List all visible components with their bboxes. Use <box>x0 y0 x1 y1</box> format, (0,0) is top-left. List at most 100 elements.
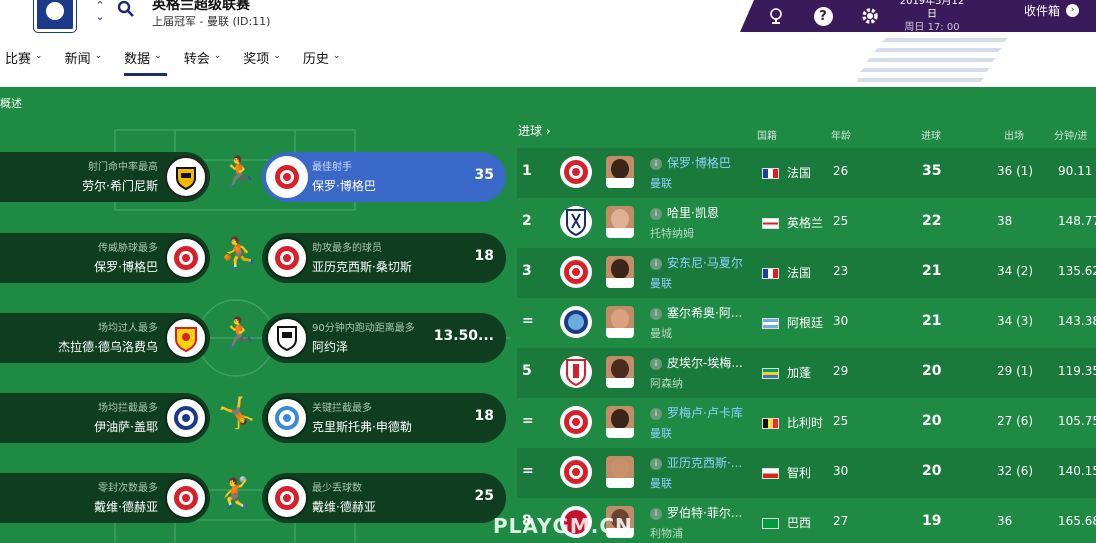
info-icon[interactable]: i <box>650 358 662 370</box>
age: 27 <box>833 514 849 528</box>
club-name[interactable]: 曼联 <box>650 425 672 441</box>
player-name[interactable]: 罗梅卢·卢卡库 <box>667 404 743 421</box>
player-photo <box>606 456 634 488</box>
club-crest[interactable] <box>560 306 592 338</box>
table-row[interactable]: 1 i 保罗·博格巴 曼联 法国 26 35 36 (1) 90.11 <box>517 148 1096 198</box>
player-photo <box>606 256 634 288</box>
stat-tile-right[interactable]: 90分钟内跑动距离最多 阿约泽 13.50... <box>262 313 506 363</box>
club-crest <box>266 317 308 359</box>
goals: 20 <box>922 363 942 379</box>
player-name[interactable]: 亚历克西斯·... <box>667 454 742 471</box>
player-photo <box>606 156 634 188</box>
table-row[interactable]: = i 罗梅卢·卢卡库 曼联 比利时 25 20 27 (6) 105.75 <box>517 398 1096 448</box>
stat-tile-right[interactable]: 最少丢球数 戴维·德赫亚 25 <box>262 473 506 523</box>
info-icon[interactable]: i <box>650 508 662 520</box>
club-crest <box>165 317 207 359</box>
club-crest[interactable] <box>560 206 592 238</box>
player-photo <box>606 206 634 238</box>
info-icon[interactable]: i <box>650 308 662 320</box>
chevron-down-icon: ⌄ <box>213 51 222 61</box>
age: 26 <box>833 164 849 178</box>
goals: 22 <box>922 213 942 229</box>
menu-news[interactable]: 新闻 ⌄ <box>60 48 108 76</box>
age: 25 <box>833 214 849 228</box>
stat-tile-right[interactable]: 关键拦截最多 克里斯托弗·申德勒 18 <box>262 393 506 443</box>
col-nationality[interactable]: 国籍 <box>757 127 777 142</box>
table-row[interactable]: 3 i 安东尼·马夏尔 曼联 法国 23 21 34 (2) 135.62 <box>517 248 1096 298</box>
club-crest[interactable] <box>560 156 592 188</box>
gear-icon[interactable] <box>858 0 882 32</box>
appearances: 29 (1) <box>997 364 1034 378</box>
club-name[interactable]: 曼城 <box>650 325 672 341</box>
player-name[interactable]: 保罗·博格巴 <box>667 154 731 171</box>
club-name[interactable]: 托特纳姆 <box>650 225 694 241</box>
competition-logo[interactable] <box>34 0 76 32</box>
info-icon[interactable]: i <box>650 208 662 220</box>
player-name[interactable]: 哈里·凯恩 <box>667 204 719 221</box>
col-apps[interactable]: 出场 <box>1004 127 1024 142</box>
age: 29 <box>833 364 849 378</box>
page-subtitle: 上届冠军 - 曼联 (ID:11) <box>152 15 271 28</box>
player-name[interactable]: 安东尼·马夏尔 <box>667 254 743 271</box>
stat-tile-right[interactable]: 助攻最多的球员 亚历克西斯·桑切斯 18 <box>262 233 506 283</box>
flag-chile-icon <box>762 468 779 479</box>
club-crest <box>165 156 207 198</box>
col-age[interactable]: 年龄 <box>831 127 851 142</box>
info-icon[interactable]: i <box>650 158 662 170</box>
club-name[interactable]: 利物浦 <box>650 525 683 541</box>
col-mins-per-goal[interactable]: 分钟/进 <box>1054 127 1087 142</box>
club-crest <box>266 156 308 198</box>
nationality: 法国 <box>787 166 812 180</box>
goalkeeper-diving-icon: 🤾 <box>216 476 254 511</box>
stat-tile-right-highlight[interactable]: 最佳射手 保罗·博格巴 35 <box>262 152 506 202</box>
menu-transfers[interactable]: 转会 ⌄ <box>179 48 227 76</box>
menu-history[interactable]: 历史 ⌄ <box>298 48 346 76</box>
minutes-per-goal: 119.35 <box>1058 364 1096 378</box>
flag-gabon-icon <box>762 368 779 379</box>
chevron-up-down-icon[interactable]: ⌃ ⌄ <box>93 0 107 22</box>
appearances: 34 (3) <box>997 314 1034 328</box>
player-name[interactable]: 罗伯特·菲尔... <box>667 504 742 521</box>
chevron-down-icon: ⌄ <box>35 51 43 61</box>
trophy-icon[interactable] <box>764 0 788 32</box>
minutes-per-goal: 143.38 <box>1058 314 1096 328</box>
club-crest <box>165 397 207 439</box>
scorers-title-link[interactable]: 进球 › <box>518 122 551 139</box>
chevron-down-icon: ⌄ <box>332 51 341 61</box>
club-crest[interactable] <box>560 406 592 438</box>
club-crest[interactable] <box>560 456 592 488</box>
menu-awards[interactable]: 奖项 ⌄ <box>238 48 286 76</box>
help-icon[interactable]: ? <box>812 0 834 32</box>
info-icon[interactable]: i <box>650 458 662 470</box>
chevron-down-icon: ⌄ <box>94 51 103 61</box>
club-name[interactable]: 曼联 <box>650 175 672 191</box>
menu-matches[interactable]: 比赛 ⌄ <box>0 48 48 76</box>
info-icon[interactable]: i <box>650 408 662 420</box>
rank: 5 <box>522 363 532 379</box>
player-photo <box>606 356 634 388</box>
rank: 2 <box>522 213 532 229</box>
goals: 21 <box>922 313 942 329</box>
col-goals[interactable]: 进球 <box>921 127 941 142</box>
club-crest[interactable] <box>560 356 592 388</box>
player-name[interactable]: 皮埃尔-埃梅... <box>667 354 743 371</box>
inbox-button[interactable]: 收件箱 › <box>1024 2 1080 19</box>
club-crest <box>266 477 308 519</box>
decorative-stripes <box>858 38 1008 82</box>
club-crest[interactable] <box>560 256 592 288</box>
menu-stats[interactable]: 数据 ⌄ <box>119 48 167 76</box>
info-icon[interactable]: i <box>650 258 662 270</box>
page-title: 英格兰超级联赛 <box>152 0 250 13</box>
club-name[interactable]: 阿森纳 <box>650 375 683 391</box>
table-row[interactable]: 2 i 哈里·凯恩 托特纳姆 英格兰 25 22 38 148.77 <box>517 198 1096 248</box>
rank: 1 <box>522 163 532 179</box>
chevron-down-icon: ⌄ <box>273 51 281 61</box>
minutes-per-goal: 90.11 <box>1058 164 1093 178</box>
club-name[interactable]: 曼联 <box>650 475 672 491</box>
player-name[interactable]: 塞尔希奥·阿... <box>667 304 742 321</box>
table-row[interactable]: = i 塞尔希奥·阿... 曼城 阿根廷 30 21 34 (3) 143.38 <box>517 298 1096 348</box>
club-name[interactable]: 曼联 <box>650 275 672 291</box>
table-row[interactable]: 5 i 皮埃尔-埃梅... 阿森纳 加蓬 29 20 29 (1) 119.35 <box>517 348 1096 398</box>
search-icon[interactable] <box>117 0 135 22</box>
table-row[interactable]: = i 亚历克西斯·... 曼联 智利 30 20 32 (6) 140.15 <box>517 448 1096 498</box>
